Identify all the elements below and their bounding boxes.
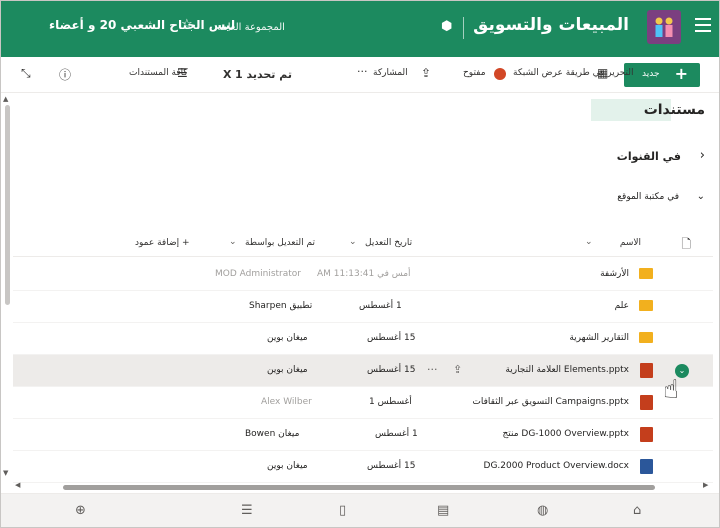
row-date: 15 أغسطس [367, 365, 416, 375]
row-date: 15 أغسطس [367, 333, 416, 343]
file-type-icon: 🗋 [681, 237, 691, 251]
scroll-up-icon[interactable]: ▲ [3, 95, 8, 103]
bottom-navigation: ⌂ ◍ ▤ ▯ ☰ ⊕ [1, 493, 719, 527]
site-logo[interactable] [647, 10, 681, 44]
row-date: أمس في 11:13:41 AM [317, 269, 411, 279]
folder-icon [639, 300, 653, 311]
more-button[interactable]: ··· [357, 65, 368, 78]
sort-chevron-icon[interactable]: ⌄ [585, 237, 593, 247]
new-button-label: جديد [642, 69, 660, 79]
row-modified-by: MOD Administrator [215, 269, 301, 279]
files-icon[interactable]: ▯ [339, 503, 346, 518]
share-icon[interactable]: ⇪ [421, 66, 431, 80]
row-date: 1 أغسطس [359, 301, 402, 311]
table-row[interactable]: التقارير الشهرية 15 أغسطس ميغان بوين [13, 323, 713, 355]
teams-icon[interactable]: ⬢ [441, 19, 452, 34]
selection-count: تم تحديد 1 [235, 68, 292, 81]
plus-icon: + [674, 64, 688, 83]
new-button[interactable]: + جديد [624, 63, 700, 87]
powerpoint-file-icon [640, 427, 653, 442]
share-icon[interactable]: ⇪ [453, 363, 462, 376]
row-modified-by: تطبيق Sharpen [249, 301, 313, 311]
app-frame: المبيعات والتسويق ⬢ المجموعة العامة ☆ لي… [0, 0, 720, 528]
site-header: المبيعات والتسويق ⬢ المجموعة العامة ☆ لي… [1, 1, 719, 57]
breadcrumb-channels[interactable]: في القنوات [617, 150, 681, 163]
row-modified-by: ميغان بوين [267, 365, 308, 375]
news-icon[interactable]: ▤ [437, 503, 449, 518]
row-date: أغسطس 1 [369, 397, 412, 407]
word-file-icon [640, 459, 653, 474]
column-modified-by[interactable]: تم التعديل بواسطة [245, 238, 315, 248]
row-name[interactable]: الأرشفة [600, 269, 629, 279]
column-modified[interactable]: تاريخ التعديل [365, 238, 412, 248]
open-button[interactable]: مفتوح [463, 68, 486, 78]
column-name[interactable]: الاسم [620, 238, 641, 248]
add-icon[interactable]: ⊕ [75, 503, 86, 518]
hamburger-icon[interactable] [695, 18, 711, 32]
page-title: مستندات [643, 102, 705, 118]
globe-icon[interactable]: ◍ [537, 503, 548, 518]
powerpoint-file-icon [640, 363, 653, 378]
edit-grid-button[interactable]: التحرير في طريقة عرض الشبكة [513, 68, 633, 78]
scroll-down-icon[interactable]: ▼ [3, 469, 8, 477]
chevron-down-icon[interactable]: ⌄ [697, 191, 705, 202]
info-icon[interactable]: ⓘ [59, 66, 71, 83]
horizontal-scrollbar[interactable] [63, 485, 655, 490]
row-name[interactable]: Campaigns.pptx التسويق عبر الثقافات [472, 397, 629, 407]
vertical-scrollbar[interactable] [5, 105, 10, 305]
sort-chevron-icon[interactable]: ⌄ [349, 237, 357, 247]
home-icon[interactable]: ⌂ [633, 503, 641, 518]
table-row[interactable]: الأرشفة أمس في 11:13:41 AM MOD Administr… [13, 259, 713, 291]
row-name[interactable]: DG.2000 Product Overview.docx [484, 461, 629, 471]
row-date: 15 أغسطس [367, 461, 416, 471]
scroll-left-icon[interactable]: ◀ [15, 481, 20, 489]
add-column-button[interactable]: + إضافة عمود [135, 238, 190, 248]
database-icon[interactable]: ☰ [241, 503, 253, 518]
row-modified-by: ميغان بوين [267, 461, 308, 471]
table-row[interactable]: Campaigns.pptx التسويق عبر الثقافات أغسط… [13, 387, 713, 419]
breadcrumb-site-library[interactable]: في مكتبة الموقع [617, 192, 679, 202]
header-divider [463, 17, 464, 39]
members-label[interactable]: ليس الجناح الشعبي 20 و أعضاء [49, 18, 235, 32]
row-name[interactable]: DG-1000 Overview.pptx منتج [502, 429, 629, 439]
row-date: 1 أغسطس [375, 429, 418, 439]
clear-selection-button[interactable]: X [223, 68, 231, 81]
powerpoint-file-icon [640, 395, 653, 410]
scroll-right-icon[interactable]: ▶ [703, 481, 708, 489]
sort-chevron-icon[interactable]: ⌄ [229, 237, 237, 247]
more-icon[interactable]: ··· [427, 363, 438, 376]
folder-icon [639, 268, 653, 279]
ppt-badge-icon [494, 68, 506, 80]
site-title[interactable]: المبيعات والتسويق [473, 15, 629, 35]
table-row-selected[interactable]: ⌄ Elements.pptx العلامة التجارية ⇪ ··· 1… [13, 355, 713, 387]
folder-icon [639, 332, 653, 343]
share-button[interactable]: المشاركة [373, 68, 408, 78]
row-name[interactable]: علم [615, 301, 629, 311]
view-selector[interactable]: كافة المستندات [129, 68, 188, 78]
table-row[interactable]: DG-1000 Overview.pptx منتج 1 أغسطس ميغان… [13, 419, 713, 451]
row-modified-by: ميغان Bowen [245, 429, 300, 439]
row-modified-by: Alex Wilber [261, 397, 312, 407]
row-modified-by: ميغان بوين [267, 333, 308, 343]
row-name[interactable]: التقارير الشهرية [569, 333, 629, 343]
table-row[interactable]: DG.2000 Product Overview.docx 15 أغسطس م… [13, 451, 713, 483]
chevron-right-icon[interactable]: › [700, 148, 705, 163]
command-bar: + جديد ▦ التحرير في طريقة عرض الشبكة مفت… [1, 57, 719, 93]
expand-icon[interactable]: ⤡ [21, 66, 31, 81]
column-header: 🗋 الاسم ⌄ تاريخ التعديل ⌄ تم التعديل بوا… [13, 229, 713, 257]
row-name[interactable]: Elements.pptx العلامة التجارية [505, 365, 629, 375]
table-row[interactable]: علم 1 أغسطس تطبيق Sharpen [13, 291, 713, 323]
hand-cursor-icon: ☝ [663, 375, 679, 405]
